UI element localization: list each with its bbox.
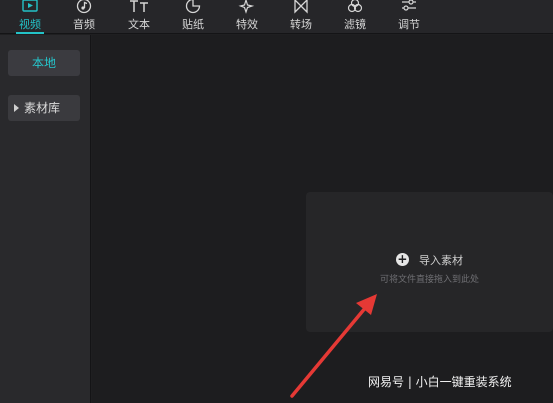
tab-transition-label: 转场 xyxy=(290,18,312,31)
tab-filter-label: 滤镜 xyxy=(344,18,366,31)
video-icon xyxy=(22,0,38,12)
tab-transition[interactable]: 转场 xyxy=(279,0,323,34)
tab-video[interactable]: 视频 xyxy=(8,0,52,34)
import-label: 导入素材 xyxy=(419,253,464,267)
sidebar-item-local[interactable]: 本地 xyxy=(8,50,80,76)
top-toolbar: 视频 音频 文本 贴纸 特效 转场 滤镜 调节 xyxy=(0,0,553,34)
sticker-icon xyxy=(185,0,201,14)
tab-adjust[interactable]: 调节 xyxy=(387,0,431,34)
music-note-icon xyxy=(76,0,92,14)
caret-right-icon xyxy=(14,104,19,112)
tab-filter[interactable]: 滤镜 xyxy=(333,0,377,34)
import-dropzone[interactable]: + 导入素材 可将文件直接拖入到此处 xyxy=(306,192,553,332)
plus-icon: + xyxy=(395,252,409,266)
tab-effects-label: 特效 xyxy=(236,18,258,31)
tab-effects[interactable]: 特效 xyxy=(225,0,269,34)
sidebar-item-library-label: 素材库 xyxy=(24,101,61,115)
left-sidebar: 本地 素材库 xyxy=(0,35,91,403)
text-icon xyxy=(130,0,148,12)
sparkle-icon xyxy=(238,0,255,14)
tab-sticker-label: 贴纸 xyxy=(182,18,204,31)
filter-icon xyxy=(347,0,363,13)
adjust-sliders-icon xyxy=(402,0,416,11)
import-button[interactable]: + 导入素材 xyxy=(306,249,553,267)
sidebar-item-library[interactable]: 素材库 xyxy=(8,95,80,121)
tab-text[interactable]: 文本 xyxy=(117,0,161,34)
media-panel: + 导入素材 可将文件直接拖入到此处 xyxy=(92,35,553,403)
drop-hint: 可将文件直接拖入到此处 xyxy=(379,275,479,285)
tab-audio-label: 音频 xyxy=(73,18,95,31)
tab-text-label: 文本 xyxy=(128,18,150,31)
tab-audio[interactable]: 音频 xyxy=(62,0,106,34)
tab-adjust-label: 调节 xyxy=(398,18,420,31)
transition-icon xyxy=(294,0,308,14)
watermark-text: 网易号 | 小白一键重装系统 xyxy=(368,375,512,389)
tab-sticker[interactable]: 贴纸 xyxy=(171,0,215,34)
tab-video-label: 视频 xyxy=(19,18,41,31)
